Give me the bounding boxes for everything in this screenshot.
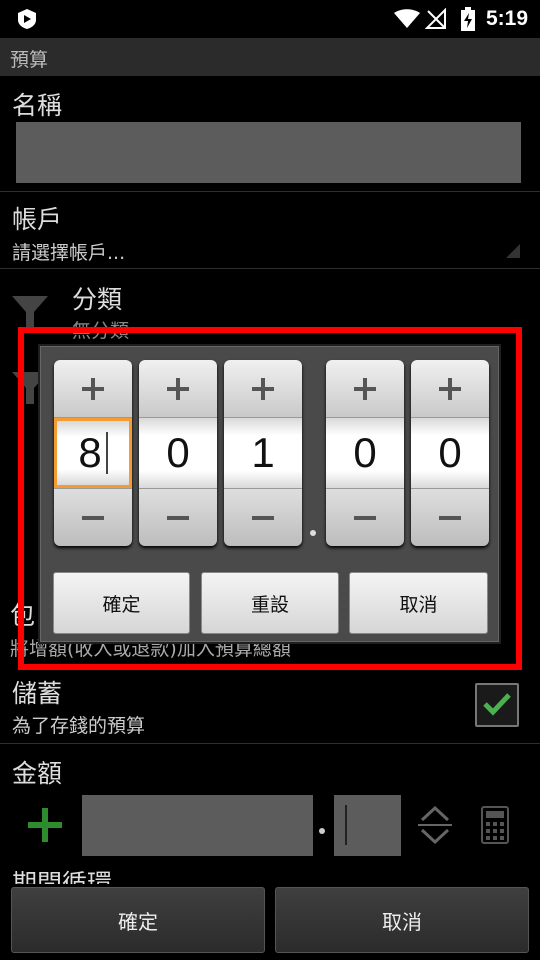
battery-charging-icon bbox=[461, 7, 475, 31]
dialog-reset-button[interactable]: 重設 bbox=[201, 572, 339, 634]
amount-integer-input[interactable] bbox=[82, 795, 313, 856]
amount-decimal-input[interactable] bbox=[334, 795, 401, 856]
digit-field[interactable]: 8 bbox=[54, 418, 132, 488]
decrement-button[interactable] bbox=[54, 488, 132, 546]
digit-wheel: 0 bbox=[326, 360, 404, 546]
decrement-button[interactable] bbox=[411, 488, 489, 546]
increment-button[interactable] bbox=[411, 360, 489, 418]
page-title: 預算 bbox=[10, 49, 49, 71]
calculator-icon[interactable] bbox=[481, 806, 509, 844]
plus-icon bbox=[82, 377, 104, 400]
name-input[interactable] bbox=[16, 122, 521, 183]
minus-icon bbox=[354, 515, 376, 520]
spinner-arrow-icon bbox=[506, 244, 520, 258]
cancel-button[interactable]: 取消 bbox=[275, 887, 529, 953]
decimal-point bbox=[319, 828, 325, 834]
divider bbox=[0, 268, 540, 269]
divider bbox=[0, 191, 540, 192]
digit-wheel: 8 bbox=[54, 360, 132, 546]
decrement-button[interactable] bbox=[139, 488, 217, 546]
minus-icon bbox=[252, 515, 274, 520]
divider bbox=[0, 743, 540, 744]
increment-button[interactable] bbox=[54, 360, 132, 418]
swap-sort-icon[interactable] bbox=[418, 806, 452, 844]
digit-wheel: 0 bbox=[139, 360, 217, 546]
account-spinner[interactable]: 請選擇帳戶... bbox=[12, 238, 125, 265]
wifi-icon bbox=[394, 9, 420, 28]
status-bar: 5:19 bbox=[0, 0, 540, 38]
plus-sign-icon[interactable] bbox=[28, 808, 62, 842]
savings-label: 儲蓄 bbox=[12, 679, 63, 708]
number-picker-dialog: 8 0 1 0 0 確定 重設 取消 bbox=[38, 344, 501, 644]
savings-description: 為了存錢的預算 bbox=[12, 715, 146, 737]
plus-icon bbox=[354, 377, 376, 400]
digit-wheel: 1 bbox=[224, 360, 302, 546]
plus-icon bbox=[167, 377, 189, 400]
dialog-confirm-button[interactable]: 確定 bbox=[53, 572, 190, 634]
digit-field[interactable]: 0 bbox=[326, 418, 404, 488]
decrement-button[interactable] bbox=[224, 488, 302, 546]
amount-label: 金額 bbox=[12, 759, 63, 788]
decrement-button[interactable] bbox=[326, 488, 404, 546]
minus-icon bbox=[167, 515, 189, 520]
filter-icon[interactable] bbox=[10, 292, 50, 332]
app-shield-icon bbox=[18, 9, 36, 29]
digit-field[interactable]: 0 bbox=[139, 418, 217, 488]
confirm-button[interactable]: 確定 bbox=[11, 887, 265, 953]
name-label: 名稱 bbox=[12, 91, 63, 120]
plus-icon bbox=[439, 377, 461, 400]
decimal-point bbox=[310, 530, 316, 536]
minus-icon bbox=[82, 515, 104, 520]
no-signal-icon bbox=[425, 8, 446, 29]
increment-button[interactable] bbox=[139, 360, 217, 418]
account-label: 帳戶 bbox=[12, 205, 63, 234]
minus-icon bbox=[439, 515, 461, 520]
clock: 5:19 bbox=[486, 7, 529, 30]
title-bar: 預算 bbox=[0, 38, 540, 76]
check-icon bbox=[483, 693, 511, 716]
increment-button[interactable] bbox=[224, 360, 302, 418]
increment-button[interactable] bbox=[326, 360, 404, 418]
digit-wheel: 0 bbox=[411, 360, 489, 546]
plus-icon bbox=[252, 377, 274, 400]
savings-checkbox[interactable] bbox=[475, 683, 519, 727]
dialog-cancel-button[interactable]: 取消 bbox=[349, 572, 488, 634]
period-label: 期間循環 bbox=[12, 869, 113, 884]
digit-field[interactable]: 0 bbox=[411, 418, 489, 488]
digit-field[interactable]: 1 bbox=[224, 418, 302, 488]
category-label: 分類 bbox=[72, 285, 123, 314]
